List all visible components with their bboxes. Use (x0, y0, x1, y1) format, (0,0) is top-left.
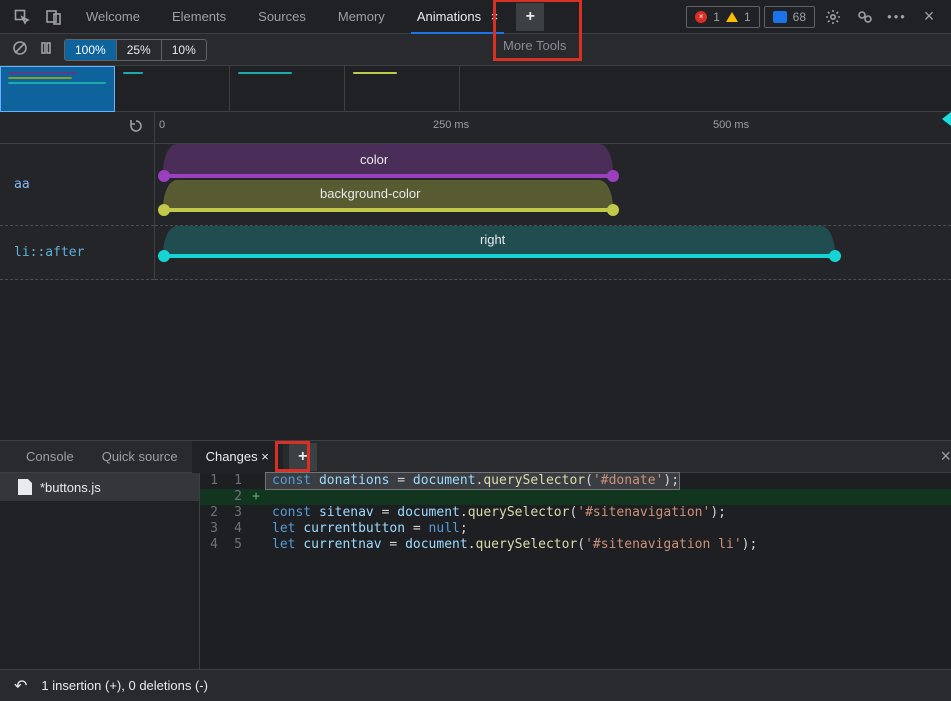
speed-25[interactable]: 25% (117, 40, 162, 60)
animation-group-3[interactable] (230, 66, 345, 112)
anim-bgcolor-end-handle[interactable] (607, 204, 619, 216)
anim-bgcolor-label: background-color (320, 186, 420, 201)
drawer-tab-console[interactable]: Console (12, 441, 88, 473)
speed-100[interactable]: 100% (65, 40, 117, 60)
warning-icon (726, 12, 738, 22)
inspect-element-icon[interactable] (8, 3, 36, 31)
changes-file-item[interactable]: *buttons.js (0, 473, 199, 501)
animations-toolbar: 100% 25% 10% (0, 34, 951, 66)
anim-bgcolor-bar[interactable] (163, 208, 613, 212)
speed-10[interactable]: 10% (162, 40, 206, 60)
warning-count: 1 (744, 10, 751, 24)
close-icon[interactable]: × (491, 9, 499, 24)
anim-right-start-handle[interactable] (158, 250, 170, 262)
more-tools-tooltip: More Tools (503, 38, 566, 53)
revert-icon[interactable]: ↶ (14, 676, 27, 696)
drawer-panel: Console Quick source Changes × + × *butt… (0, 440, 951, 701)
main-tab-bar: Welcome Elements Sources Memory Animatio… (0, 0, 951, 34)
anim-color-bar[interactable] (163, 174, 613, 178)
lane-label-liafter[interactable]: li::after (0, 226, 154, 280)
anim-right-end-handle[interactable] (829, 250, 841, 262)
timeline-ruler: 0 250 ms 500 ms (0, 112, 951, 144)
close-devtools-icon[interactable]: × (915, 3, 943, 31)
anim-color-start-handle[interactable] (158, 170, 170, 182)
replay-icon[interactable] (128, 118, 144, 137)
tab-memory[interactable]: Memory (324, 0, 399, 34)
tab-elements[interactable]: Elements (158, 0, 240, 34)
tab-animations[interactable]: Animations × (403, 0, 513, 34)
tab-animations-label: Animations (417, 9, 481, 24)
anim-right-bar[interactable] (163, 254, 835, 258)
tick-250: 250 ms (433, 119, 469, 131)
drawer-tab-quicksource[interactable]: Quick source (88, 441, 192, 473)
more-menu-icon[interactable]: ••• (883, 3, 911, 31)
animation-group-4[interactable] (345, 66, 460, 112)
lane-aa: color background-color (155, 144, 951, 226)
changes-status-bar: ↶ 1 insertion (+), 0 deletions (-) (0, 669, 951, 701)
changes-diff-view[interactable]: 11 const donations = document.querySelec… (200, 473, 951, 669)
more-tabs-button[interactable]: + (516, 3, 544, 31)
message-icon (773, 11, 787, 23)
animation-groups-strip (0, 66, 951, 112)
changes-summary: 1 insertion (+), 0 deletions (-) (41, 678, 208, 693)
drawer-tab-changes-label: Changes (206, 449, 258, 464)
close-icon[interactable]: × (261, 449, 269, 464)
drawer-more-tabs-button[interactable]: + (289, 443, 317, 471)
anim-color-end-handle[interactable] (607, 170, 619, 182)
message-count: 68 (793, 10, 806, 24)
drawer-close-icon[interactable]: × (940, 446, 951, 467)
clear-icon[interactable] (12, 40, 28, 59)
tab-welcome[interactable]: Welcome (72, 0, 154, 34)
issues-counter[interactable]: × 1 1 (686, 6, 759, 28)
tab-sources[interactable]: Sources (244, 0, 320, 34)
playhead-marker[interactable] (942, 112, 951, 126)
anim-bgcolor-start-handle[interactable] (158, 204, 170, 216)
ruler-ticks[interactable]: 0 250 ms 500 ms (155, 112, 951, 143)
experiments-icon[interactable] (851, 3, 879, 31)
device-toggle-icon[interactable] (40, 3, 68, 31)
anim-color-label: color (360, 152, 388, 167)
tick-0: 0 (159, 119, 165, 131)
error-icon: × (695, 11, 707, 23)
animation-lanes: aa li::after color background-color righ… (0, 144, 951, 280)
lane-label-aa[interactable]: aa (0, 144, 154, 226)
animation-group-1[interactable] (0, 66, 115, 112)
drawer-tab-bar: Console Quick source Changes × + × (0, 441, 951, 473)
animation-group-2[interactable] (115, 66, 230, 112)
tick-500: 500 ms (713, 119, 749, 131)
pause-icon[interactable] (38, 40, 54, 59)
error-count: 1 (713, 10, 720, 24)
anim-right-label: right (480, 232, 505, 247)
messages-counter[interactable]: 68 (764, 6, 815, 28)
file-icon (18, 479, 32, 495)
playback-speed-group: 100% 25% 10% (64, 39, 207, 61)
changes-file-tree: *buttons.js (0, 473, 200, 669)
changes-file-name: *buttons.js (40, 480, 101, 495)
drawer-tab-changes[interactable]: Changes × (192, 441, 283, 473)
lane-liafter: right (155, 226, 951, 280)
settings-gear-icon[interactable] (819, 3, 847, 31)
